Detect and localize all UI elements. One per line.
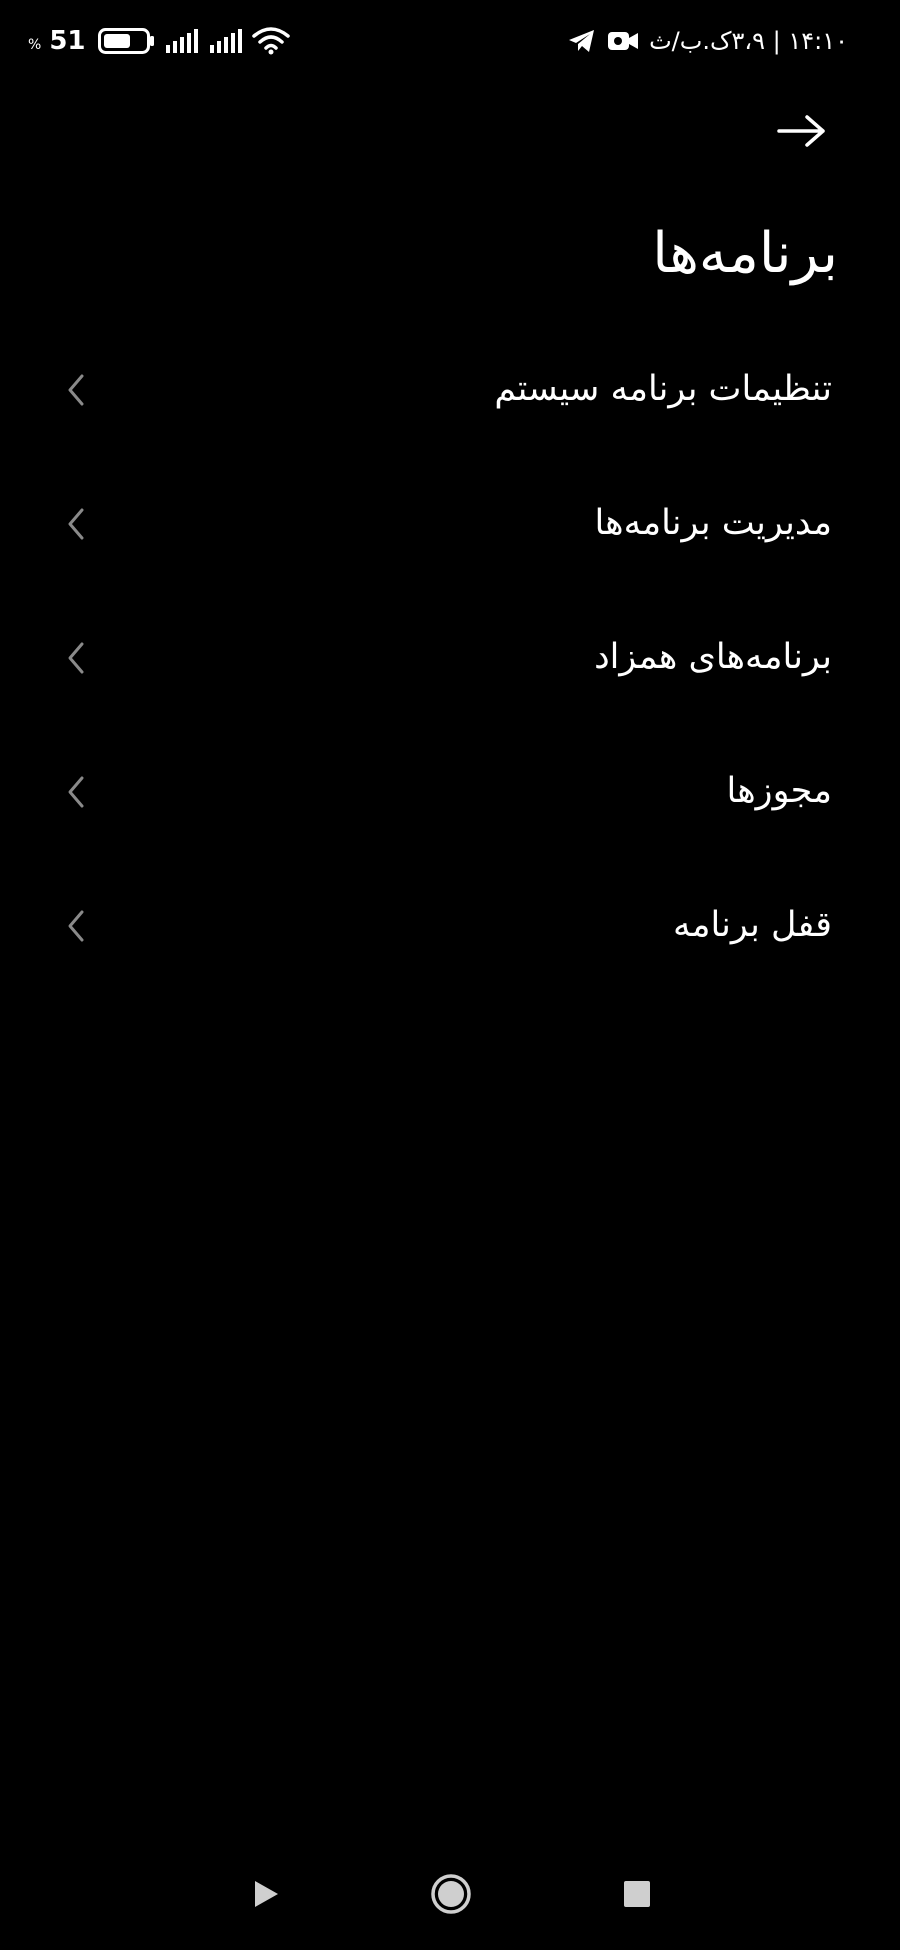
battery-icon — [97, 27, 156, 55]
nav-home-button[interactable] — [423, 1868, 479, 1924]
chevron-left-icon — [64, 372, 88, 408]
back-triangle-icon — [251, 1878, 281, 1914]
wifi-icon — [251, 26, 290, 56]
navigation-bar — [0, 1860, 900, 1930]
status-right-group: ۱۴:۱۰ | ۳،۹ک.ب/ث — [567, 24, 848, 58]
menu-item-label: قفل برنامه — [672, 905, 832, 945]
menu-item-label: مدیریت برنامه‌ها — [594, 503, 833, 543]
menu-item-dual-apps[interactable]: برنامه‌های همزاد — [0, 598, 900, 732]
home-circle-icon — [430, 1873, 472, 1919]
page-title: برنامه‌ها — [652, 221, 838, 286]
battery-percent-sign: % — [28, 37, 42, 53]
battery-level: 51 — [49, 26, 86, 56]
menu-item-label: تنظیمات برنامه سیستم — [494, 369, 832, 409]
chevron-left-icon — [64, 774, 88, 810]
recents-square-icon — [622, 1879, 652, 1913]
nav-back-button[interactable] — [238, 1868, 294, 1924]
telegram-icon — [567, 27, 597, 55]
nav-recents-button[interactable] — [609, 1868, 665, 1924]
menu-item-label: مجوزها — [726, 771, 832, 811]
menu-item-manage-apps[interactable]: مدیریت برنامه‌ها — [0, 464, 900, 598]
signal-icon — [208, 27, 244, 55]
settings-menu-list: تنظیمات برنامه سیستم مدیریت برنامه‌ها بر… — [0, 330, 900, 1000]
chevron-left-icon — [64, 506, 88, 542]
status-bar: % 51 ۱۴:۱۰ | ۳،۹ک.ب/ث — [0, 0, 900, 80]
menu-item-permissions[interactable]: مجوزها — [0, 732, 900, 866]
chevron-left-icon — [64, 640, 88, 676]
chevron-left-icon — [64, 908, 88, 944]
menu-item-app-lock[interactable]: قفل برنامه — [0, 866, 900, 1000]
back-button[interactable] — [772, 108, 832, 158]
signal-icon — [164, 27, 200, 55]
status-time-text: ۱۴:۱۰ | ۳،۹ک.ب/ث — [649, 27, 848, 55]
menu-item-label: برنامه‌های همزاد — [594, 637, 832, 677]
arrow-right-icon — [775, 113, 829, 153]
video-camera-icon — [607, 29, 639, 53]
status-left-group: % 51 — [28, 24, 290, 58]
menu-item-system-app-settings[interactable]: تنظیمات برنامه سیستم — [0, 330, 900, 464]
